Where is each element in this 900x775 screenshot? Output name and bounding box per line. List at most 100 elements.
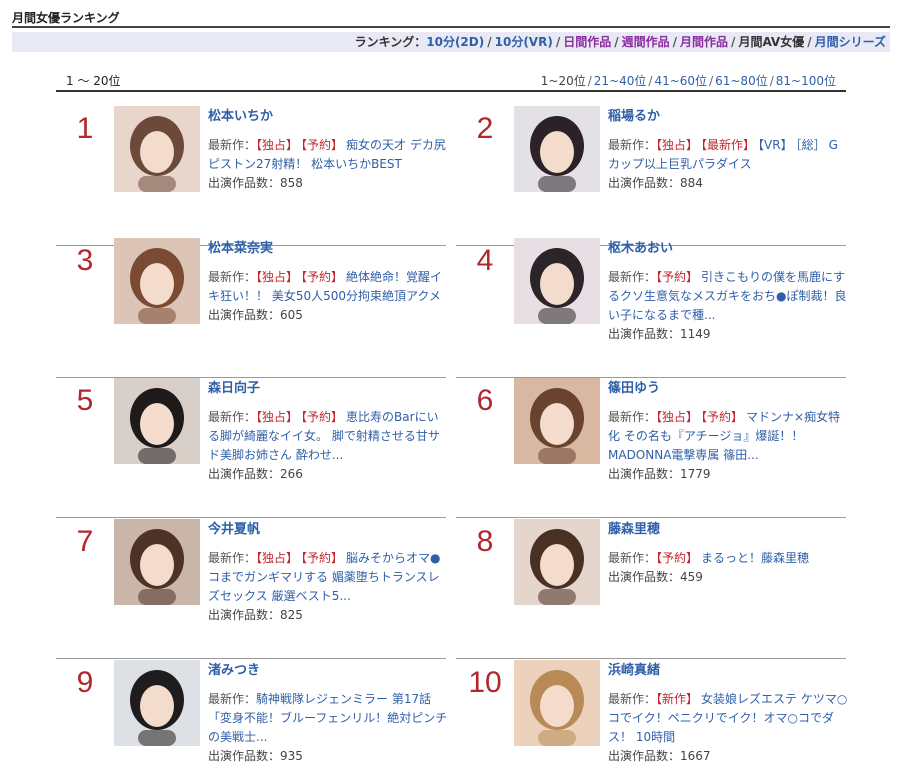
count-value: 1149 (680, 327, 711, 341)
latest-work: 最新作：【独占】 【予約】 恵比寿のBarにいる脚が綺麗なイイ女。 脚で射精させる甘… (208, 408, 448, 465)
nav-current-monthly-actresses: 月間AV女優 (738, 35, 805, 49)
current-range-label: 1 ～ 20位 (66, 74, 121, 88)
work-count: 出演作品数：1779 (608, 465, 848, 484)
count-prefix: 出演作品数： (608, 176, 681, 190)
work-tag: 【予約】 (301, 270, 344, 284)
range-link-41-60[interactable]: 41~60位 (654, 74, 707, 88)
latest-prefix: 最新作： (608, 270, 657, 284)
actress-name-link[interactable]: 枢木あおい (608, 240, 848, 258)
nav-link-daily-works[interactable]: 日間作品 (563, 35, 611, 49)
actress-name-link[interactable]: 藤森里穂 (608, 521, 848, 539)
latest-prefix: 最新作： (608, 551, 657, 565)
count-prefix: 出演作品数： (208, 749, 281, 763)
latest-work: 最新作：【独占】 【予約】 絶体絶命！覚醒イキ狂い！！ 美女50人500分拘束絶頂ア… (208, 268, 448, 306)
nav-separator: / (672, 35, 678, 49)
nav-separator: / (555, 35, 561, 49)
range-bar: 1 ～ 20位 1~20位/21~40位/41~60位/61~80位/81~10… (56, 68, 846, 92)
nav-link-10min-2d[interactable]: 10分(2D) (426, 35, 484, 49)
actress-photo[interactable] (514, 519, 600, 605)
work-tag: 【VR】 (758, 138, 793, 152)
actress-photo[interactable] (114, 660, 200, 746)
actress-card: 6 篠田ゆう 最新作：【独占】 【予約】 マドンナ×痴女特化 その名も『アチージョ』… (456, 378, 846, 518)
rank-number: 6 (476, 384, 494, 417)
range-link-1-20: 1~20位 (540, 74, 586, 88)
ranking-nav: ランキング：10分(2D)/10分(VR) / 日間作品 / 週間作品 / 月間作品 / 月間A… (12, 32, 890, 52)
latest-work: 最新作：【独占】 【予約】 マドンナ×痴女特化 その名も『アチージョ』爆誕！！ MA… (608, 408, 848, 465)
count-prefix: 出演作品数： (608, 749, 681, 763)
nav-separator: / (614, 35, 619, 49)
latest-work: 最新作：【独占】 【予約】 脳みそからオマ●コまでガンギマリする 媚薬堕ちトランスレ… (208, 549, 448, 606)
actress-card: 7 今井夏帆 最新作：【独占】 【予約】 脳みそからオマ●コまでガンギマリする 媚薬… (56, 519, 446, 659)
actress-name-link[interactable]: 今井夏帆 (208, 521, 448, 539)
work-tag: 【独占】 (256, 270, 299, 284)
work-count: 出演作品数：266 (208, 465, 448, 484)
actress-photo[interactable] (514, 378, 600, 464)
count-prefix: 出演作品数： (208, 608, 281, 622)
work-tag: 【独占】 (256, 410, 299, 424)
rank-number: 7 (76, 525, 94, 558)
card-divider (56, 517, 446, 518)
latest-prefix: 最新作： (608, 138, 657, 152)
count-prefix: 出演作品数： (608, 467, 681, 481)
count-value: 1779 (680, 467, 711, 481)
actress-photo[interactable] (114, 106, 200, 192)
work-count: 出演作品数：1149 (608, 325, 848, 344)
range-link-61-80[interactable]: 61~80位 (715, 74, 768, 88)
latest-prefix: 最新作： (208, 692, 257, 706)
rank-number: 5 (76, 384, 94, 417)
actress-name-link[interactable]: 浜崎真緒 (608, 662, 848, 680)
actress-name-link[interactable]: 稲場るか (608, 108, 848, 126)
work-tag: 【独占】 (656, 410, 699, 424)
work-tag: ［総］ (795, 138, 826, 152)
actress-name-link[interactable]: 森日向子 (208, 380, 448, 398)
card-divider (56, 658, 446, 659)
actress-photo[interactable] (514, 660, 600, 746)
rank-number: 1 (76, 112, 94, 145)
work-count: 出演作品数：1667 (608, 747, 848, 766)
work-count: 出演作品数：825 (208, 606, 448, 625)
actress-card: 9 渚みつき 最新作：騎神戦隊レジェンミラー 第17話「変身不能！ブルーフェンリ… (56, 660, 448, 775)
actress-name-link[interactable]: 篠田ゆう (608, 380, 848, 398)
actress-photo[interactable] (514, 106, 600, 192)
rank-number: 8 (476, 525, 494, 558)
work-tag: 【予約】 (301, 410, 344, 424)
latest-work: 最新作：【独占】 【最新作】 【VR】 ［総］ Gカップ以上巨乳パラダイス (608, 136, 848, 174)
count-value: 266 (280, 467, 303, 481)
count-value: 935 (280, 749, 303, 763)
rank-number: 9 (76, 666, 94, 699)
count-prefix: 出演作品数： (608, 570, 681, 584)
actress-photo[interactable] (114, 519, 200, 605)
actress-name-link[interactable]: 松本いちか (208, 108, 448, 126)
actress-photo[interactable] (114, 378, 200, 464)
latest-work: 最新作：【予約】 まるっと！藤森里穂 (608, 549, 848, 568)
range-link-81-100[interactable]: 81~100位 (776, 74, 836, 88)
range-separator: / (769, 74, 774, 88)
nav-link-weekly-works[interactable]: 週間作品 (622, 35, 670, 49)
work-tag: 【独占】 (656, 138, 699, 152)
range-link-21-40[interactable]: 21~40位 (594, 74, 647, 88)
nav-separator: / (807, 35, 812, 49)
actress-name-link[interactable]: 渚みつき (208, 662, 448, 680)
card-divider (456, 658, 846, 659)
work-count: 出演作品数：459 (608, 568, 848, 587)
card-divider (456, 517, 846, 518)
ranking-nav-label: ランキング： (354, 35, 427, 49)
actress-photo[interactable] (514, 238, 600, 324)
latest-work: 最新作：騎神戦隊レジェンミラー 第17話「変身不能！ブルーフェンリル！絶対ピンチ… (208, 690, 448, 747)
work-tag: 【独占】 (256, 138, 299, 152)
actress-card: 10 浜崎真緒 最新作：【新作】 女装娘レズエステ ケツマ○コでイク！ペニクリでイ… (456, 660, 848, 775)
range-separator: / (709, 74, 714, 88)
nav-link-monthly-series[interactable]: 月間シリーズ (815, 35, 886, 49)
actress-card: 5 森日向子 最新作：【独占】 【予約】 恵比寿のBarにいる脚が綺麗なイイ女。 脚… (56, 378, 446, 518)
actress-photo[interactable] (114, 238, 200, 324)
actress-name-link[interactable]: 松本菜奈実 (208, 240, 448, 258)
nav-link-10min-vr[interactable]: 10分(VR) (495, 35, 553, 49)
nav-separator: / (731, 35, 736, 49)
actress-card: 2 稲場るか 最新作：【独占】 【最新作】 【VR】 ［総］ Gカップ以上巨乳パラダイス… (456, 106, 846, 246)
latest-prefix: 最新作： (608, 692, 657, 706)
nav-link-monthly-works[interactable]: 月間作品 (680, 35, 728, 49)
latest-work-title-link[interactable]: まるっと！藤森里穂 (701, 551, 809, 565)
actress-card: 8 藤森里穂 最新作：【予約】 まるっと！藤森里穂 出演作品数：459 (456, 519, 846, 659)
latest-work: 最新作：【独占】 【予約】 痴女の天才 デカ尻ピストン27射精！ 松本いちかBEST (208, 136, 448, 174)
work-count: 出演作品数：858 (208, 174, 448, 193)
